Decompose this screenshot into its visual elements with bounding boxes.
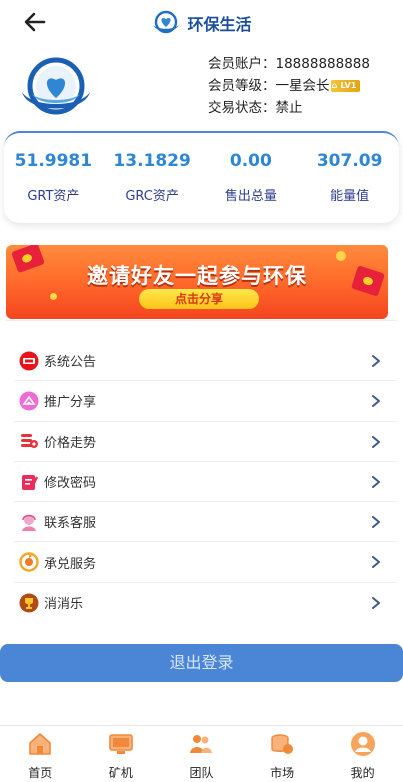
menu-item-price-trend[interactable]: 价格走势 xyxy=(14,422,397,462)
market-icon xyxy=(271,734,294,754)
stat-label: GRC资产 xyxy=(125,189,179,204)
logout-button[interactable]: 退出登录 xyxy=(0,644,403,682)
menu-label: 修改密码 xyxy=(44,476,97,492)
coin-icon xyxy=(50,293,57,300)
menu-item-change-password[interactable]: 修改密码 xyxy=(14,462,397,503)
status-label: 交易状态： xyxy=(208,100,276,116)
exchange-icon xyxy=(18,551,40,573)
menu-list: 系统公告 推广分享 价格走势 修改密码 联系客服 承兑服务 消消乐 xyxy=(14,341,397,623)
chevron-right-icon xyxy=(372,355,380,367)
stat-value: 307.09 xyxy=(316,151,383,171)
invite-banner[interactable]: 邀请好友一起参与环保 点击分享 xyxy=(6,245,388,319)
stat-label: 售出总量 xyxy=(224,189,277,204)
trophy-icon xyxy=(18,592,40,614)
account-label: 会员账户： xyxy=(208,56,276,72)
chevron-right-icon xyxy=(372,435,380,448)
header: 环保生活 xyxy=(0,0,403,46)
account-value: 18888888888 xyxy=(275,56,370,72)
chevron-right-icon xyxy=(372,516,380,529)
chevron-right-icon xyxy=(372,596,380,609)
notice-icon xyxy=(18,350,40,372)
tab-label: 首页 xyxy=(28,766,53,780)
bottom-tab-bar: 首页 矿机 团队 市场 我的 xyxy=(0,725,403,782)
tab-label: 矿机 xyxy=(108,766,133,780)
asset-stats-card: 51.9981 GRT资产 13.1829 GRC资产 0.00 售出总量 30… xyxy=(4,131,399,223)
price-trend-icon xyxy=(18,430,40,452)
account-row: 会员账户： 18888888888 xyxy=(208,53,370,75)
tab-miner[interactable]: 矿机 xyxy=(81,726,162,782)
menu-item-share[interactable]: 推广分享 xyxy=(14,381,397,422)
status-row: 交易状态： 禁止 xyxy=(208,97,370,119)
stat-label: 能量值 xyxy=(330,189,370,204)
page-title: 环保生活 xyxy=(187,15,252,34)
level-value: 一星会长 xyxy=(275,78,330,94)
stat-grc: 13.1829 GRC资产 xyxy=(103,133,202,223)
status-value: 禁止 xyxy=(275,100,303,116)
banner-title: 邀请好友一起参与环保 xyxy=(87,264,307,288)
chevron-right-icon xyxy=(372,556,380,569)
edit-password-icon xyxy=(18,471,40,493)
divider xyxy=(6,320,397,321)
stat-value: 51.9981 xyxy=(14,151,93,171)
tab-label: 我的 xyxy=(350,766,375,780)
member-info: 会员账户： 18888888888 会员等级： 一星会长 LV1 交易状态： 禁… xyxy=(208,53,370,119)
title-area: 环保生活 xyxy=(0,9,403,37)
tab-market[interactable]: 市场 xyxy=(242,726,323,782)
menu-item-exchange[interactable]: 承兑服务 xyxy=(14,542,397,583)
tab-label: 团队 xyxy=(189,766,214,780)
stat-grt: 51.9981 GRT资产 xyxy=(4,133,103,223)
tab-label: 市场 xyxy=(270,766,295,780)
profile-icon xyxy=(350,732,375,756)
customer-service-icon xyxy=(18,511,40,533)
chevron-right-icon xyxy=(372,395,380,408)
home-icon xyxy=(29,733,52,755)
team-icon xyxy=(190,735,213,753)
tab-home[interactable]: 首页 xyxy=(0,726,81,782)
menu-item-match-game[interactable]: 消消乐 xyxy=(14,583,397,623)
chevron-right-icon xyxy=(372,475,380,488)
menu-label: 推广分享 xyxy=(44,395,97,411)
stat-energy: 307.09 能量值 xyxy=(300,133,399,223)
menu-label: 价格走势 xyxy=(44,435,97,451)
stat-value: 0.00 xyxy=(229,151,272,171)
menu-item-customer-service[interactable]: 联系客服 xyxy=(14,502,397,543)
share-icon xyxy=(18,390,40,412)
level-label: 会员等级： xyxy=(208,78,276,94)
stat-value: 13.1829 xyxy=(113,151,191,171)
level-badge: LV1 xyxy=(330,80,361,92)
menu-label: 系统公告 xyxy=(44,355,97,371)
menu-item-notice[interactable]: 系统公告 xyxy=(14,341,397,382)
tab-team[interactable]: 团队 xyxy=(161,726,242,782)
level-row: 会员等级： 一星会长 LV1 xyxy=(208,75,370,97)
share-button[interactable]: 点击分享 xyxy=(139,289,259,309)
menu-label: 承兑服务 xyxy=(44,556,97,572)
stat-sold-total: 0.00 售出总量 xyxy=(202,133,301,223)
profile-section: 会员账户： 18888888888 会员等级： 一星会长 LV1 交易状态： 禁… xyxy=(0,50,403,130)
menu-label: 联系客服 xyxy=(44,516,97,532)
stat-label: GRT资产 xyxy=(27,189,80,204)
menu-label: 消消乐 xyxy=(44,597,84,613)
tab-profile[interactable]: 我的 xyxy=(322,726,403,782)
avatar xyxy=(22,57,90,115)
app-logo-icon xyxy=(153,10,180,34)
miner-icon xyxy=(109,734,133,754)
